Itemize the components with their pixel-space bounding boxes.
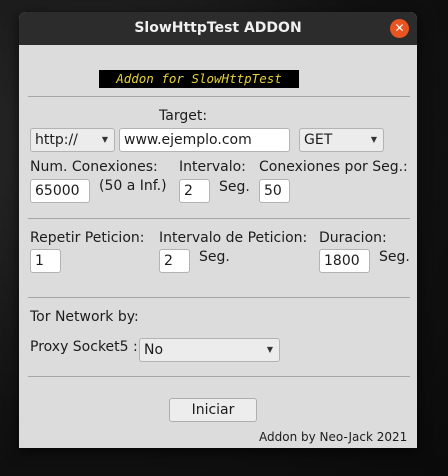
footer-credit: Addon by Neo-Jack 2021 (259, 430, 408, 444)
protocol-select[interactable]: http:// ▼ (30, 128, 115, 152)
request-interval-label: Intervalo de Peticion: (159, 230, 308, 246)
request-interval-input[interactable]: 2 (159, 249, 190, 273)
connections-per-sec-label: Conexiones por Seg.: (259, 159, 408, 175)
title-bar[interactable]: SlowHttpTest ADDON ✕ (19, 12, 417, 45)
duration-input[interactable]: 1800 (319, 249, 370, 273)
protocol-value: http:// (35, 132, 78, 148)
interval-label: Intervalo: (179, 159, 246, 175)
connections-per-sec-input[interactable]: 50 (259, 179, 290, 203)
num-connections-hint: (50 a Inf.) (99, 178, 167, 194)
chevron-down-icon: ▼ (266, 345, 273, 354)
main-panel: Addon for SlowHttpTest Target: http:// ▼… (19, 45, 417, 448)
window-title: SlowHttpTest ADDON (134, 20, 302, 36)
start-button[interactable]: Iniciar (169, 398, 257, 422)
target-label: Target: (159, 108, 208, 124)
proxy-select[interactable]: No ▼ (139, 338, 280, 362)
repeat-request-label: Repetir Peticion: (30, 230, 145, 246)
num-connections-input[interactable]: 65000 (30, 179, 90, 203)
addon-banner: Addon for SlowHttpTest (99, 70, 299, 88)
separator (28, 297, 410, 298)
num-connections-label: Num. Conexiones: (30, 159, 158, 175)
duration-unit: Seg. (379, 249, 410, 265)
chevron-down-icon: ▼ (370, 135, 377, 144)
interval-input[interactable]: 2 (179, 179, 210, 203)
repeat-request-input[interactable]: 1 (30, 249, 61, 273)
url-input[interactable]: www.ejemplo.com (119, 128, 290, 152)
close-icon[interactable]: ✕ (390, 19, 409, 38)
proxy-socket5-label: Proxy Socket5 : (30, 339, 138, 355)
addon-window: SlowHttpTest ADDON ✕ Addon for SlowHttpT… (19, 12, 417, 448)
duration-label: Duracion: (319, 230, 387, 246)
request-interval-unit: Seg. (199, 249, 230, 265)
chevron-down-icon: ▼ (101, 135, 108, 144)
method-select[interactable]: GET ▼ (299, 128, 384, 152)
separator (28, 218, 410, 219)
method-value: GET (304, 132, 333, 148)
separator (28, 376, 410, 377)
interval-unit: Seg. (219, 179, 250, 195)
proxy-value: No (144, 342, 164, 358)
tor-network-label: Tor Network by: (30, 309, 139, 325)
separator (28, 96, 410, 97)
